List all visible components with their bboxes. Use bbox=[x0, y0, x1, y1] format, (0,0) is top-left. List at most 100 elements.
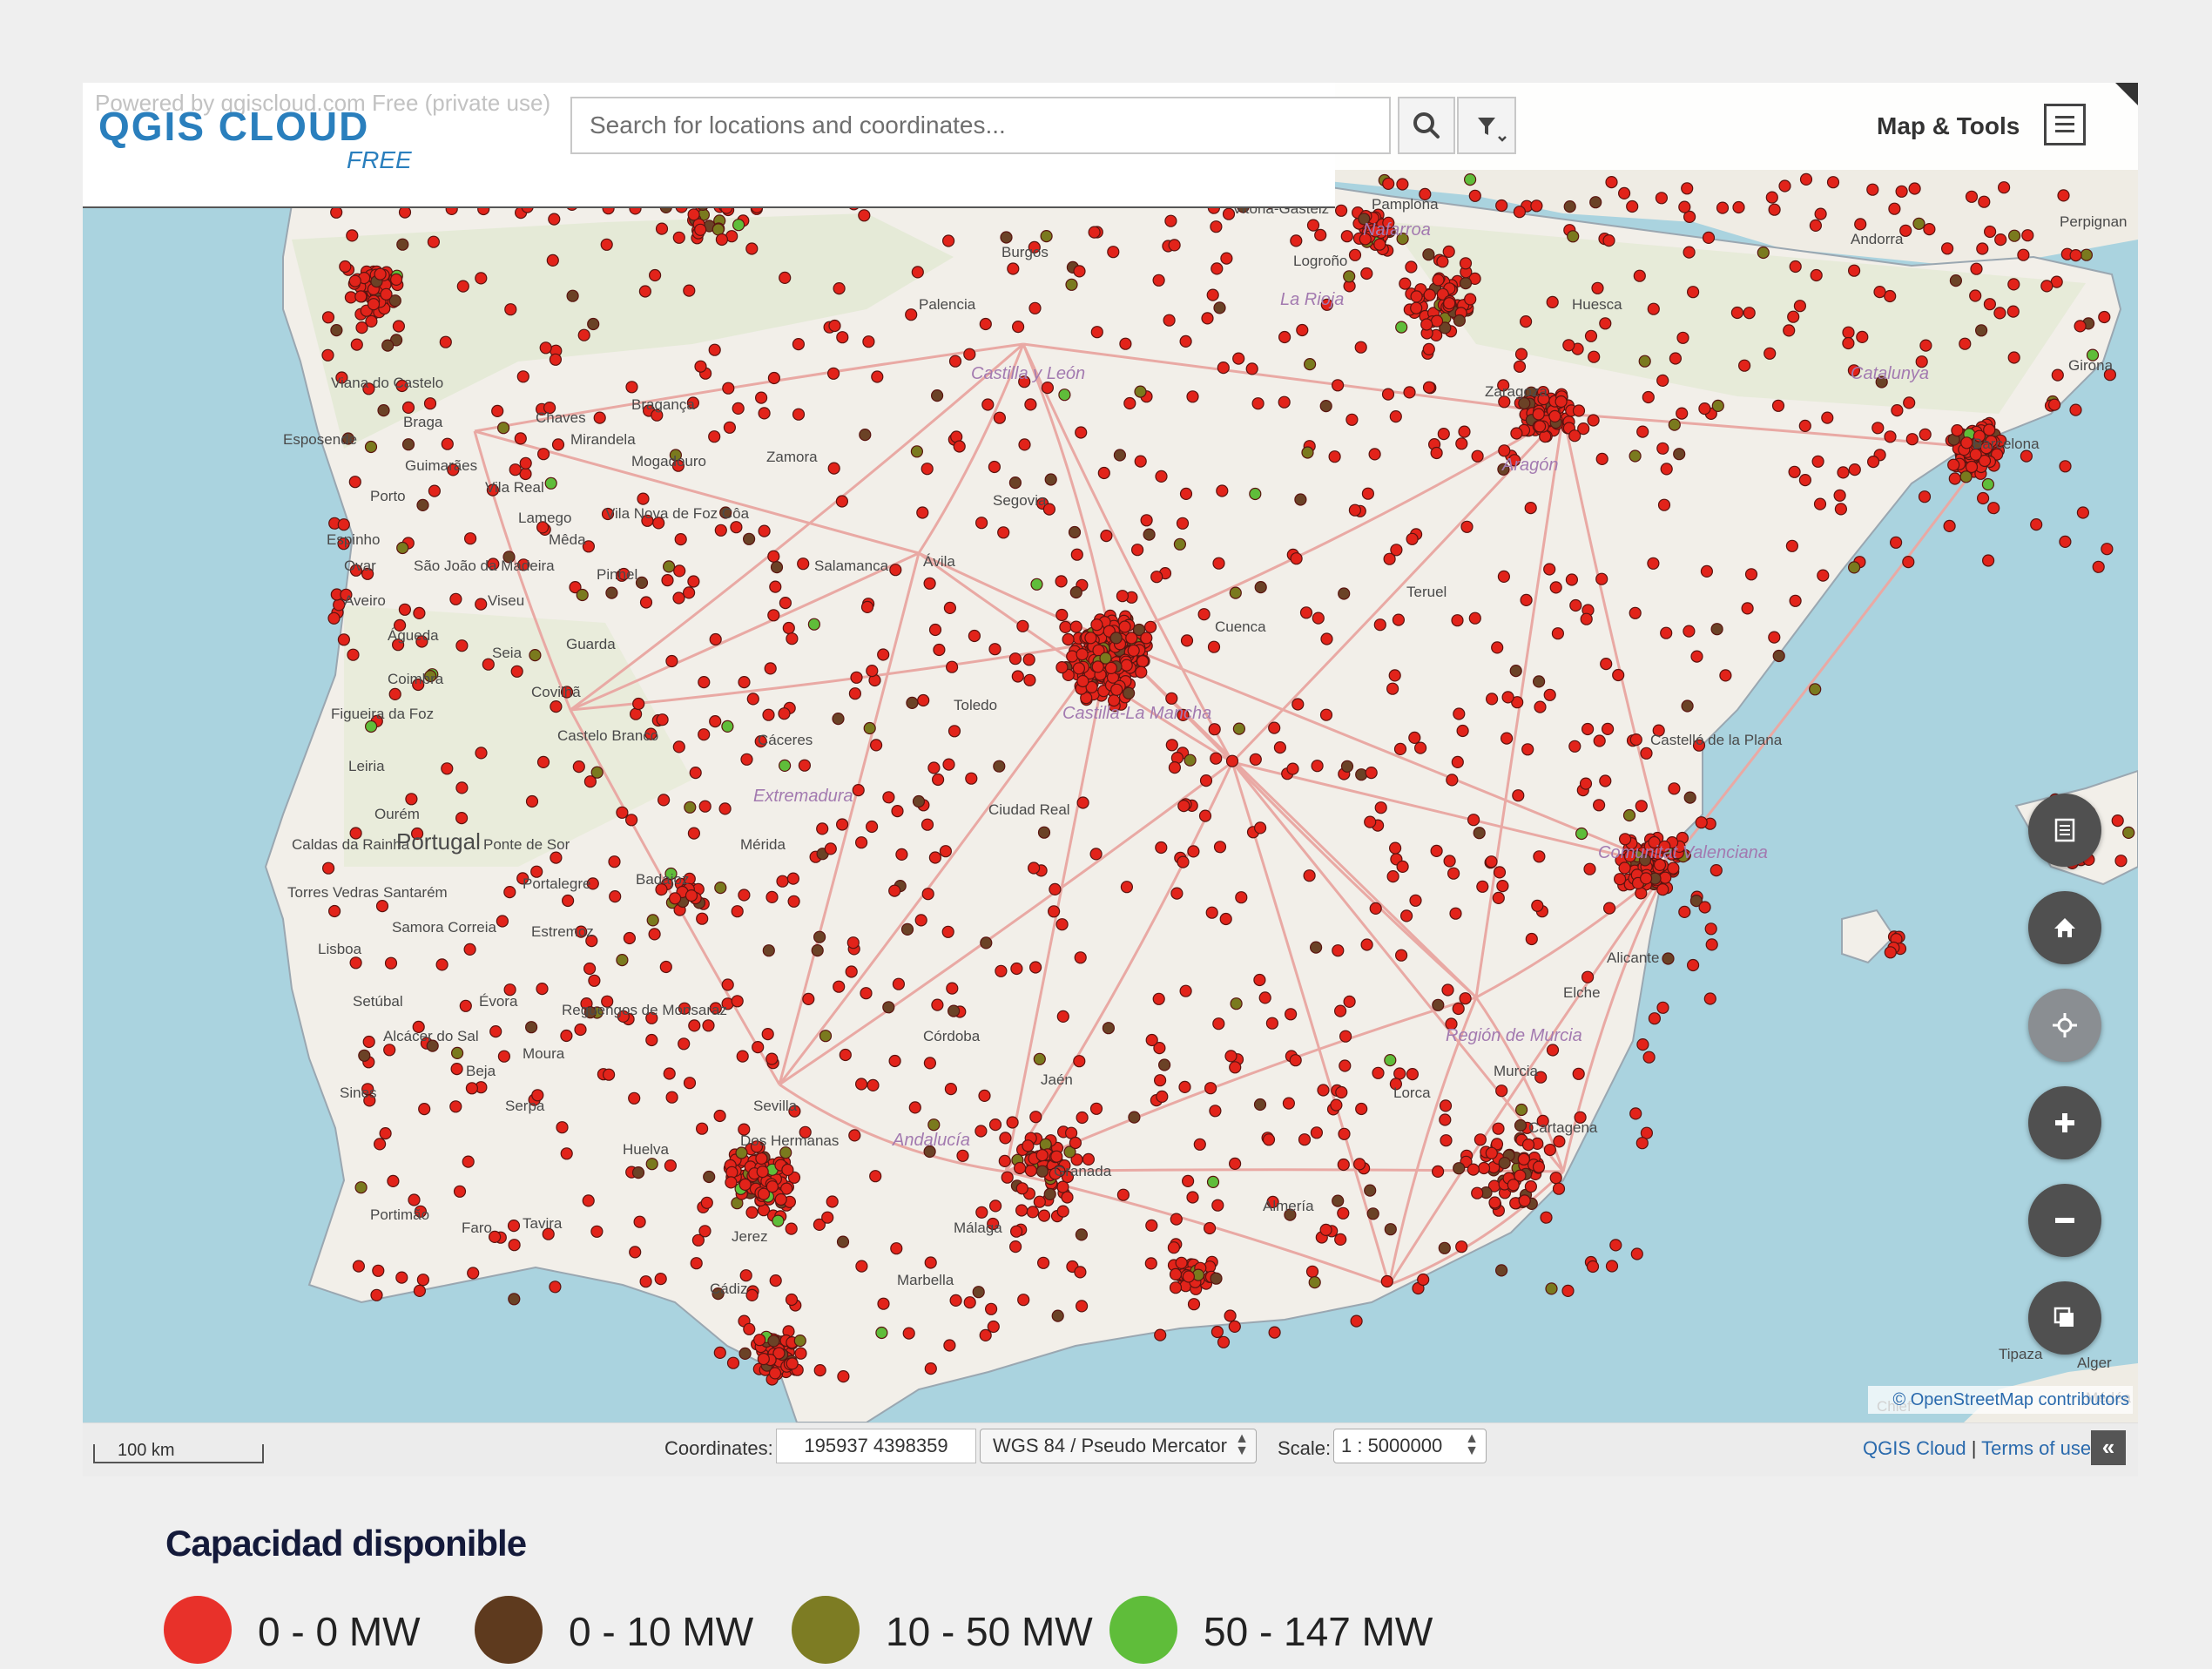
substation-point[interactable] bbox=[1350, 1314, 1363, 1328]
substation-point[interactable] bbox=[1075, 1228, 1089, 1241]
substation-point[interactable] bbox=[1867, 456, 1880, 469]
substation-point[interactable] bbox=[765, 890, 779, 904]
substation-point[interactable] bbox=[1492, 1122, 1505, 1135]
substation-point[interactable] bbox=[1187, 1298, 1201, 1311]
substation-point[interactable] bbox=[738, 1347, 752, 1361]
substation-point[interactable] bbox=[930, 389, 944, 402]
substation-point[interactable] bbox=[779, 596, 792, 610]
substation-point[interactable] bbox=[496, 915, 509, 928]
substation-point[interactable] bbox=[767, 371, 781, 385]
substation-point[interactable] bbox=[497, 422, 510, 435]
substation-point[interactable] bbox=[656, 713, 669, 726]
substation-point[interactable] bbox=[1826, 176, 1840, 189]
substation-point[interactable] bbox=[860, 600, 874, 614]
substation-point[interactable] bbox=[355, 321, 368, 334]
substation-point[interactable] bbox=[917, 693, 930, 707]
substation-point[interactable] bbox=[2021, 229, 2034, 242]
substation-point[interactable] bbox=[1847, 264, 1861, 277]
substation-point[interactable] bbox=[1303, 869, 1316, 882]
legend-button[interactable] bbox=[2028, 794, 2101, 867]
substation-point[interactable] bbox=[1453, 1162, 1466, 1175]
substation-point[interactable] bbox=[1678, 905, 1691, 919]
substation-point[interactable] bbox=[2098, 310, 2111, 324]
substation-point[interactable] bbox=[1834, 503, 1848, 516]
substation-point[interactable] bbox=[582, 1194, 595, 1207]
substation-point[interactable] bbox=[767, 609, 780, 622]
substation-point[interactable] bbox=[700, 1196, 713, 1209]
substation-point[interactable] bbox=[1154, 1328, 1167, 1341]
substation-point[interactable] bbox=[377, 404, 390, 417]
substation-point[interactable] bbox=[1348, 503, 1362, 517]
substation-point[interactable] bbox=[1975, 324, 1988, 337]
substation-point[interactable] bbox=[550, 699, 563, 713]
substation-point[interactable] bbox=[1224, 1309, 1237, 1322]
substation-point[interactable] bbox=[427, 235, 440, 248]
substation-point[interactable] bbox=[1567, 230, 1580, 243]
substation-point[interactable] bbox=[1856, 330, 1869, 343]
substation-point[interactable] bbox=[349, 956, 362, 970]
substation-point[interactable] bbox=[995, 964, 1008, 977]
substation-point[interactable] bbox=[1001, 1171, 1014, 1184]
substation-point[interactable] bbox=[786, 1357, 799, 1370]
substation-point[interactable] bbox=[1037, 826, 1051, 839]
substation-point[interactable] bbox=[659, 960, 672, 974]
substation-point[interactable] bbox=[1372, 1066, 1385, 1079]
substation-point[interactable] bbox=[1467, 814, 1480, 827]
substation-point[interactable] bbox=[560, 1029, 573, 1043]
substation-point[interactable] bbox=[1153, 1074, 1167, 1087]
substation-point[interactable] bbox=[1022, 653, 1035, 666]
substation-point[interactable] bbox=[560, 1147, 573, 1160]
substation-point[interactable] bbox=[787, 895, 800, 908]
substation-point[interactable] bbox=[1613, 873, 1627, 886]
substation-point[interactable] bbox=[1365, 766, 1378, 780]
substation-point[interactable] bbox=[1842, 336, 1855, 350]
substation-point[interactable] bbox=[1873, 286, 1886, 299]
substation-point[interactable] bbox=[921, 888, 934, 901]
substation-point[interactable] bbox=[698, 1225, 711, 1238]
substation-point[interactable] bbox=[1473, 827, 1486, 840]
substation-point[interactable] bbox=[428, 484, 441, 497]
substation-point[interactable] bbox=[1396, 178, 1409, 191]
substation-point[interactable] bbox=[1384, 1053, 1397, 1067]
substation-point[interactable] bbox=[1669, 352, 1683, 365]
substation-point[interactable] bbox=[1519, 315, 1533, 328]
substation-point[interactable] bbox=[1477, 1161, 1491, 1175]
substation-point[interactable] bbox=[1168, 760, 1182, 774]
substation-point[interactable] bbox=[1072, 662, 1086, 675]
substation-point[interactable] bbox=[358, 1049, 371, 1062]
substation-point[interactable] bbox=[738, 675, 751, 689]
substation-point[interactable] bbox=[590, 1225, 604, 1238]
substation-point[interactable] bbox=[731, 905, 744, 918]
substation-point[interactable] bbox=[1055, 608, 1069, 622]
substation-point[interactable] bbox=[451, 1046, 464, 1060]
substation-point[interactable] bbox=[921, 818, 934, 831]
substation-point[interactable] bbox=[1168, 239, 1181, 252]
substation-point[interactable] bbox=[769, 580, 782, 593]
substation-point[interactable] bbox=[491, 404, 504, 417]
substation-point[interactable] bbox=[1521, 743, 1534, 756]
substation-point[interactable] bbox=[1965, 190, 1979, 203]
substation-point[interactable] bbox=[1553, 1135, 1566, 1148]
substation-point[interactable] bbox=[1088, 226, 1101, 239]
substation-point[interactable] bbox=[1403, 386, 1416, 399]
substation-point[interactable] bbox=[2111, 814, 2124, 828]
substation-point[interactable] bbox=[948, 725, 961, 738]
substation-point[interactable] bbox=[1532, 675, 1546, 688]
substation-point[interactable] bbox=[1471, 1186, 1484, 1199]
substation-point[interactable] bbox=[1348, 248, 1362, 261]
substation-point[interactable] bbox=[2101, 543, 2114, 556]
search-button[interactable] bbox=[1398, 97, 1455, 154]
substation-point[interactable] bbox=[1716, 201, 1730, 214]
substation-point[interactable] bbox=[846, 936, 860, 949]
substation-point[interactable] bbox=[1809, 683, 1822, 696]
substation-point[interactable] bbox=[1531, 899, 1544, 912]
substation-point[interactable] bbox=[1258, 991, 1271, 1004]
substation-point[interactable] bbox=[944, 1082, 958, 1096]
substation-point[interactable] bbox=[916, 506, 929, 519]
substation-point[interactable] bbox=[350, 338, 363, 351]
home-button[interactable] bbox=[2028, 891, 2101, 964]
substation-point[interactable] bbox=[1455, 1240, 1468, 1253]
substation-point[interactable] bbox=[1198, 809, 1212, 822]
substation-point[interactable] bbox=[914, 914, 927, 927]
substation-point[interactable] bbox=[507, 1219, 521, 1233]
